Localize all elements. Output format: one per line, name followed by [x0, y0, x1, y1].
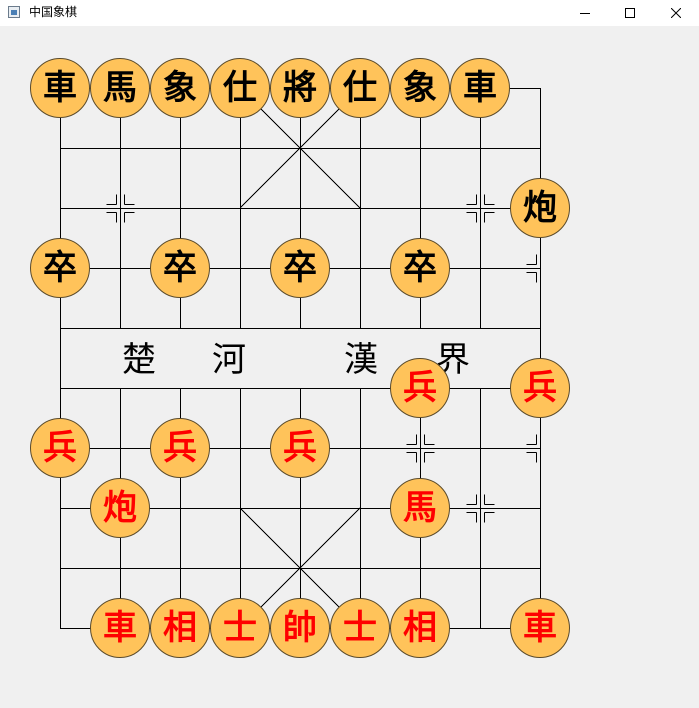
- black-piece-將[interactable]: 將: [270, 58, 330, 118]
- red-piece-士[interactable]: 士: [210, 598, 270, 658]
- black-piece-卒[interactable]: 卒: [390, 238, 450, 298]
- red-piece-兵[interactable]: 兵: [150, 418, 210, 478]
- maximize-button[interactable]: [607, 0, 653, 26]
- black-piece-卒[interactable]: 卒: [150, 238, 210, 298]
- close-icon: [671, 8, 681, 18]
- red-piece-帥[interactable]: 帥: [270, 598, 330, 658]
- minimize-button[interactable]: [562, 0, 608, 26]
- black-piece-車[interactable]: 車: [30, 58, 90, 118]
- maximize-icon: [625, 8, 635, 18]
- close-button[interactable]: [653, 0, 699, 26]
- red-piece-馬[interactable]: 馬: [390, 478, 450, 538]
- app-icon[interactable]: [8, 6, 20, 18]
- river-text-chu: 楚: [122, 340, 156, 380]
- red-piece-車[interactable]: 車: [90, 598, 150, 658]
- red-piece-兵[interactable]: 兵: [30, 418, 90, 478]
- red-piece-兵[interactable]: 兵: [390, 358, 450, 418]
- red-piece-兵[interactable]: 兵: [270, 418, 330, 478]
- black-piece-卒[interactable]: 卒: [30, 238, 90, 298]
- black-piece-炮[interactable]: 炮: [510, 178, 570, 238]
- red-piece-相[interactable]: 相: [390, 598, 450, 658]
- game-board-area[interactable]: 楚 河 漢 界 車馬象仕將仕象車炮卒卒卒卒兵兵兵兵兵炮馬車相士帥士相車: [0, 26, 699, 708]
- black-piece-象[interactable]: 象: [150, 58, 210, 118]
- title-bar: 中国象棋: [0, 0, 699, 26]
- red-piece-車[interactable]: 車: [510, 598, 570, 658]
- black-piece-象[interactable]: 象: [390, 58, 450, 118]
- river-text-han: 漢: [344, 340, 378, 380]
- red-piece-兵[interactable]: 兵: [510, 358, 570, 418]
- red-piece-士[interactable]: 士: [330, 598, 390, 658]
- minimize-icon: [580, 13, 590, 14]
- black-piece-車[interactable]: 車: [450, 58, 510, 118]
- black-piece-馬[interactable]: 馬: [90, 58, 150, 118]
- river-text-he: 河: [212, 340, 246, 380]
- black-piece-仕[interactable]: 仕: [210, 58, 270, 118]
- red-piece-炮[interactable]: 炮: [90, 478, 150, 538]
- window-title: 中国象棋: [29, 5, 78, 19]
- red-piece-相[interactable]: 相: [150, 598, 210, 658]
- black-piece-卒[interactable]: 卒: [270, 238, 330, 298]
- black-piece-仕[interactable]: 仕: [330, 58, 390, 118]
